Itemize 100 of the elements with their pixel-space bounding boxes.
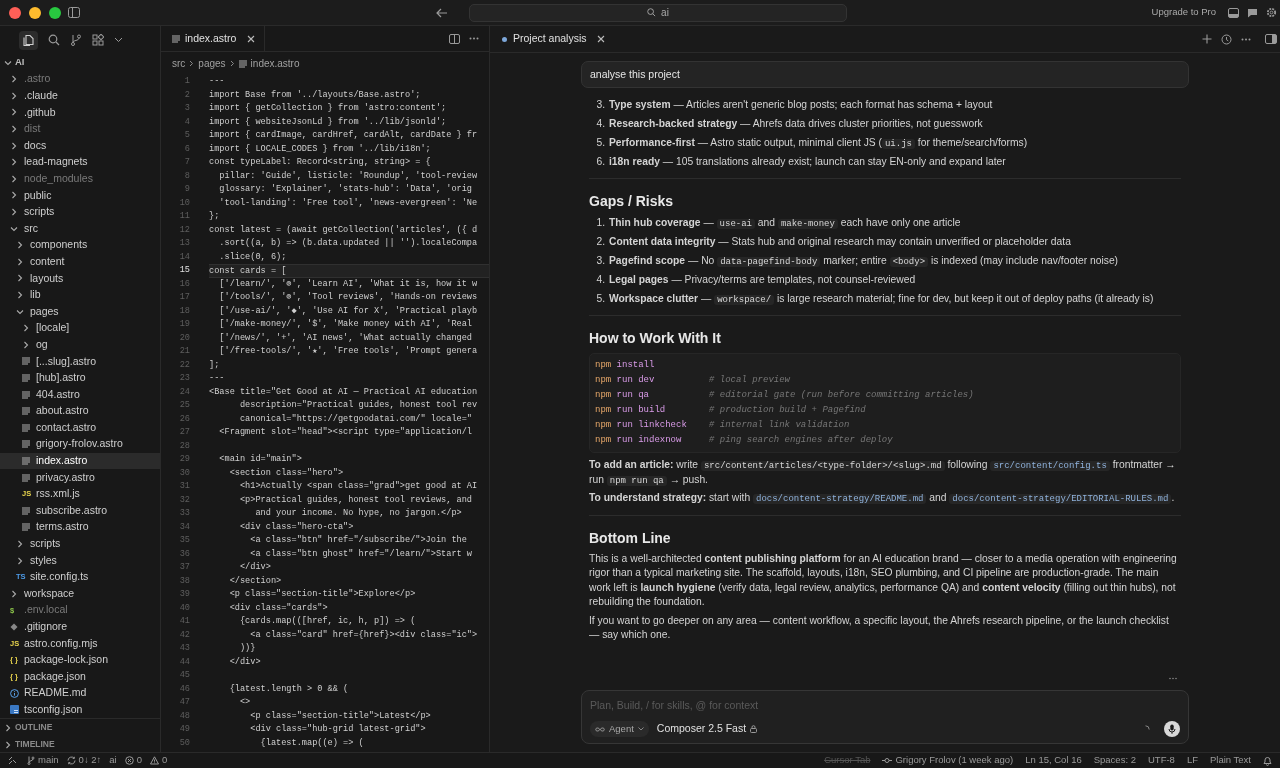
chevron-right-icon[interactable]: [10, 158, 18, 167]
remote-icon[interactable]: [8, 756, 17, 765]
chevron-right-icon[interactable]: [22, 324, 30, 333]
chevron-right-icon[interactable]: [10, 141, 18, 150]
upgrade-link[interactable]: Upgrade to Pro: [1151, 5, 1216, 20]
breadcrumb-item[interactable]: src: [172, 56, 186, 71]
extensions-icon[interactable]: [92, 34, 104, 46]
folder-item[interactable]: lib: [0, 286, 160, 304]
sidebar-toggle-icon[interactable]: [68, 7, 80, 18]
chevron-right-icon[interactable]: [10, 75, 18, 84]
folder-item[interactable]: [locale]: [0, 319, 160, 337]
chevron-right-icon[interactable]: [4, 723, 12, 732]
chevron-right-icon[interactable]: [16, 257, 24, 266]
status-item[interactable]: Spaces: 2: [1093, 753, 1136, 768]
file-item[interactable]: subscribe.astro: [0, 502, 160, 520]
plus-icon[interactable]: [1202, 34, 1212, 44]
chevron-right-icon[interactable]: [10, 174, 18, 183]
back-arrow-icon[interactable]: [436, 7, 448, 18]
microphone-button[interactable]: [1164, 721, 1180, 737]
folder-item[interactable]: workspace: [0, 585, 160, 602]
chevron-right-icon[interactable]: [10, 589, 18, 598]
breadcrumb-item[interactable]: index.astro: [250, 56, 300, 71]
chevron-right-icon[interactable]: [10, 91, 18, 100]
close-window-button[interactable]: [9, 6, 21, 19]
status-item[interactable]: main: [27, 753, 59, 768]
panel-layout-icon[interactable]: [1228, 7, 1239, 18]
chevron-right-icon[interactable]: [16, 556, 24, 565]
files-icon[interactable]: [19, 30, 38, 50]
folder-item[interactable]: scripts: [0, 203, 160, 221]
sidebar-toggle-icon[interactable]: [1265, 34, 1277, 44]
folder-item[interactable]: og: [0, 336, 160, 354]
status-item[interactable]: ai: [109, 753, 117, 768]
bell-icon[interactable]: [1263, 755, 1272, 766]
file-item[interactable]: privacy.astro: [0, 469, 160, 486]
file-item[interactable]: terms.astro: [0, 519, 160, 536]
tree-root-item[interactable]: AI: [0, 54, 160, 71]
agent-mode-dropdown[interactable]: Agent: [590, 721, 649, 737]
status-item[interactable]: Ln 15, Col 16: [1025, 753, 1082, 768]
chevron-down-icon[interactable]: [10, 224, 18, 233]
folder-item[interactable]: .github: [0, 104, 160, 121]
file-item[interactable]: contact.astro: [0, 419, 160, 437]
more-icon[interactable]: [1169, 677, 1177, 680]
file-item[interactable]: grigory-frolov.astro: [0, 436, 160, 453]
panel-header[interactable]: TIMELINE: [0, 736, 160, 754]
chevron-right-icon[interactable]: [22, 340, 30, 349]
chevron-right-icon[interactable]: [16, 274, 24, 283]
folder-item[interactable]: .claude: [0, 87, 160, 105]
status-item[interactable]: UTF-8: [1147, 753, 1175, 768]
file-item[interactable]: about.astro: [0, 402, 160, 420]
folder-item[interactable]: node_modules: [0, 170, 160, 188]
chevron-right-icon[interactable]: [16, 291, 24, 299]
file-item[interactable]: [...slug].astro: [0, 353, 160, 370]
chevron-right-icon[interactable]: [10, 208, 18, 217]
breadcrumb-item[interactable]: pages: [198, 56, 226, 71]
close-icon[interactable]: [596, 35, 605, 43]
folder-item[interactable]: .astro: [0, 71, 160, 88]
folder-item[interactable]: src: [0, 220, 160, 237]
chevron-right-icon[interactable]: [4, 740, 12, 749]
model-selector[interactable]: Composer 2.5 Fast: [656, 721, 758, 737]
minimize-window-button[interactable]: [29, 6, 41, 19]
chevron-right-icon[interactable]: [16, 539, 24, 548]
chevron-right-icon[interactable]: [10, 191, 18, 200]
folder-item[interactable]: components: [0, 236, 160, 254]
chevron-right-icon[interactable]: [10, 108, 18, 117]
branch-icon[interactable]: [70, 34, 82, 46]
search-icon[interactable]: [48, 34, 60, 46]
chevron-down-icon[interactable]: [16, 307, 24, 316]
folder-item[interactable]: styles: [0, 552, 160, 569]
settings-icon[interactable]: [1266, 7, 1277, 18]
chevron-right-icon[interactable]: [10, 125, 18, 134]
folder-item[interactable]: public: [0, 187, 160, 204]
file-item[interactable]: index.astro: [0, 452, 160, 470]
folder-item[interactable]: pages: [0, 303, 160, 320]
more-icon[interactable]: [1241, 37, 1251, 41]
file-item[interactable]: tsconfig.json: [0, 701, 160, 719]
file-item[interactable]: 404.astro: [0, 386, 160, 403]
folder-item[interactable]: scripts: [0, 535, 160, 553]
chevron-right-icon[interactable]: [16, 241, 24, 250]
history-icon[interactable]: [1221, 33, 1232, 45]
status-item[interactable]: Plain Text: [1210, 753, 1251, 768]
folder-item[interactable]: content: [0, 253, 160, 271]
status-item[interactable]: Grigory Frolov (1 week ago): [882, 753, 1014, 768]
status-item[interactable]: LF: [1186, 753, 1198, 768]
status-item[interactable]: 0: [150, 753, 168, 768]
chevron-down-icon[interactable]: [4, 58, 12, 67]
status-item[interactable]: 0: [124, 753, 142, 768]
search-field[interactable]: ai: [469, 3, 847, 22]
close-icon[interactable]: [247, 34, 256, 43]
split-editor-icon[interactable]: [449, 33, 460, 44]
file-item[interactable]: .gitignore: [0, 618, 160, 636]
file-item[interactable]: README.md: [0, 684, 160, 702]
chat-bubble-icon[interactable]: [1247, 7, 1258, 18]
more-icon[interactable]: [469, 37, 479, 40]
folder-item[interactable]: lead-magnets: [0, 153, 160, 171]
status-item[interactable]: 0↓ 2↑: [66, 753, 102, 768]
folder-item[interactable]: docs: [0, 137, 160, 154]
maximize-window-button[interactable]: [49, 6, 61, 19]
panel-header[interactable]: OUTLINE: [0, 719, 160, 737]
folder-item[interactable]: layouts: [0, 270, 160, 287]
folder-item[interactable]: dist: [0, 120, 160, 138]
